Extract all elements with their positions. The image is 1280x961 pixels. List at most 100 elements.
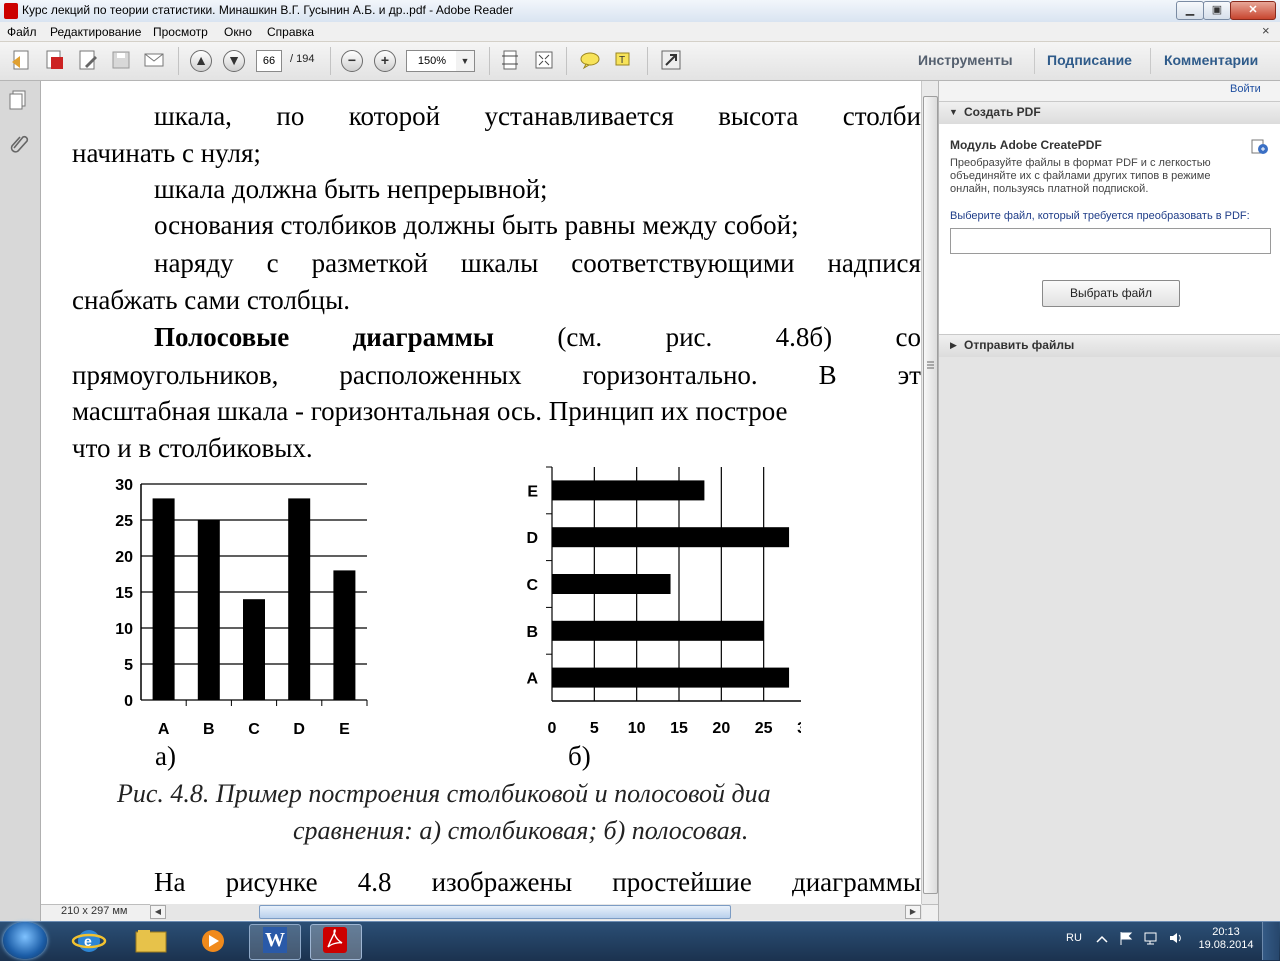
zoom-dropdown-arrow[interactable]: ▼ — [456, 50, 475, 72]
create-pdf-icon[interactable] — [10, 48, 34, 72]
volume-icon[interactable] — [1168, 930, 1184, 946]
toolbar-separator — [1034, 48, 1035, 74]
menu-edit[interactable]: Редактирование — [50, 25, 141, 39]
page-thumbnails-icon[interactable] — [8, 89, 30, 111]
bar-C — [552, 574, 671, 594]
network-icon[interactable] — [1143, 930, 1159, 946]
collapsed-triangle-icon: ▶ — [950, 340, 957, 350]
bar-B — [552, 620, 764, 641]
clock-time: 20:13 — [1212, 926, 1240, 938]
send-files-title[interactable]: Отправить файлы — [964, 338, 1074, 352]
tools-tab[interactable]: Инструменты — [918, 52, 1013, 68]
y-tick-label: 0 — [124, 693, 133, 710]
text-line: наряду с разметкой шкалы соответствующими над… — [154, 248, 921, 278]
language-indicator[interactable]: RU — [1066, 932, 1082, 944]
page-number-input[interactable]: 66 — [256, 50, 282, 72]
save-icon[interactable] — [109, 48, 133, 72]
comments-tab[interactable]: Комментарии — [1164, 52, 1258, 68]
createpdf-info-icon[interactable] — [1251, 139, 1269, 155]
x-tick-label: B — [203, 721, 215, 738]
fit-page-icon[interactable] — [498, 48, 522, 72]
tray-expand-icon[interactable] — [1096, 934, 1108, 944]
previous-page-button[interactable]: ▲ — [190, 50, 212, 72]
x-tick-label: 15 — [670, 720, 688, 737]
text-line: Полосовые диаграммы (см. рис. 4.8б) со — [154, 322, 921, 352]
menu-view[interactable]: Просмотр — [153, 25, 208, 39]
menu-file[interactable]: Файл — [7, 25, 37, 39]
grip-icon — [927, 361, 934, 369]
zoom-out-button[interactable]: − — [341, 50, 363, 72]
toolbar-separator — [647, 47, 648, 75]
figure-caption: сравнения: а) столбиковая; б) полосовая. — [293, 816, 749, 845]
figure-caption: Рис. 4.8. Пример построения столбиковой … — [117, 779, 771, 808]
adobe-reader-icon — [323, 927, 347, 953]
scroll-right-icon[interactable]: ▶ — [905, 905, 921, 919]
scroll-left-icon[interactable]: ◀ — [150, 905, 166, 919]
y-tick-label: 30 — [115, 477, 133, 494]
y-tick-label: 10 — [115, 621, 133, 638]
internet-explorer-icon[interactable]: e — [64, 924, 114, 958]
signing-tab[interactable]: Подписание — [1047, 52, 1132, 68]
vertical-scroll-thumb[interactable] — [923, 96, 938, 894]
bar-A — [152, 498, 175, 700]
window-title: Курс лекций по теории статистики. Минашк… — [22, 3, 514, 17]
highlight-icon[interactable]: T — [611, 48, 635, 72]
y-tick-label: 5 — [124, 657, 133, 674]
chart-b-label: б) — [568, 741, 591, 771]
menu-window[interactable]: Окно — [224, 25, 252, 39]
choose-file-button[interactable]: Выбрать файл — [1042, 280, 1180, 307]
clock-date: 19.08.2014 — [1198, 939, 1254, 951]
create-pdf-title[interactable]: Создать PDF — [964, 105, 1041, 119]
start-button[interactable] — [3, 922, 47, 959]
open-file-icon[interactable] — [42, 48, 66, 72]
file-explorer-icon[interactable] — [126, 924, 176, 958]
show-desktop-button[interactable] — [1262, 922, 1279, 960]
toolbar-separator — [330, 47, 331, 75]
expand-icon[interactable] — [659, 48, 683, 72]
bar-A — [552, 667, 790, 688]
y-tick-label: D — [526, 530, 538, 547]
panel-empty-area — [939, 357, 1280, 921]
text-line: шкала должна быть непрерывной; — [154, 174, 548, 204]
email-icon[interactable] — [142, 48, 166, 72]
x-tick-label: A — [158, 721, 170, 738]
file-path-input[interactable] — [950, 228, 1271, 254]
zoom-in-button[interactable]: + — [374, 50, 396, 72]
svg-text:e: e — [84, 933, 92, 949]
horizontal-scroll-thumb[interactable] — [259, 905, 731, 919]
x-tick-label: D — [293, 721, 305, 738]
text-line: начинать с нуля; — [72, 138, 261, 168]
x-tick-label: E — [339, 721, 350, 738]
full-screen-icon[interactable] — [532, 48, 556, 72]
y-tick-label: B — [526, 624, 538, 641]
x-tick-label: 25 — [755, 720, 773, 737]
bar-B — [197, 520, 220, 700]
close-document-icon[interactable]: × — [1262, 23, 1270, 38]
text-line: снабжать сами столбцы. — [72, 285, 350, 315]
close-window-button[interactable]: ✕ — [1230, 1, 1276, 20]
maximize-button[interactable]: ▣ — [1203, 1, 1231, 20]
sign-in-link[interactable]: Войти — [1230, 83, 1261, 95]
bar-E — [552, 480, 705, 501]
menu-help[interactable]: Справка — [267, 25, 314, 39]
action-center-flag-icon[interactable] — [1118, 930, 1134, 946]
comment-icon[interactable] — [578, 48, 602, 72]
page-total: / 194 — [290, 53, 315, 65]
zoom-input[interactable]: 150% — [406, 50, 458, 72]
edit-document-icon[interactable] — [76, 48, 100, 72]
y-tick-label: 25 — [115, 513, 133, 530]
svg-text:T: T — [619, 55, 625, 66]
next-page-button[interactable]: ▼ — [223, 50, 245, 72]
word-icon: W — [263, 927, 287, 953]
toolbar-separator — [489, 47, 490, 75]
pdf-page: шкала, по которой устанавливается высота стол… — [41, 81, 921, 904]
clock[interactable]: 20:13 19.08.2014 — [1196, 926, 1256, 952]
attachments-icon[interactable] — [8, 132, 30, 154]
minimize-button[interactable]: ▁ — [1176, 1, 1204, 20]
y-tick-label: A — [526, 671, 538, 688]
x-tick-label: 30 — [797, 720, 801, 737]
media-player-icon[interactable] — [188, 924, 238, 958]
x-tick-label: 5 — [590, 720, 599, 737]
chart-a-label: а) — [155, 741, 176, 771]
y-tick-label: 15 — [115, 585, 133, 602]
